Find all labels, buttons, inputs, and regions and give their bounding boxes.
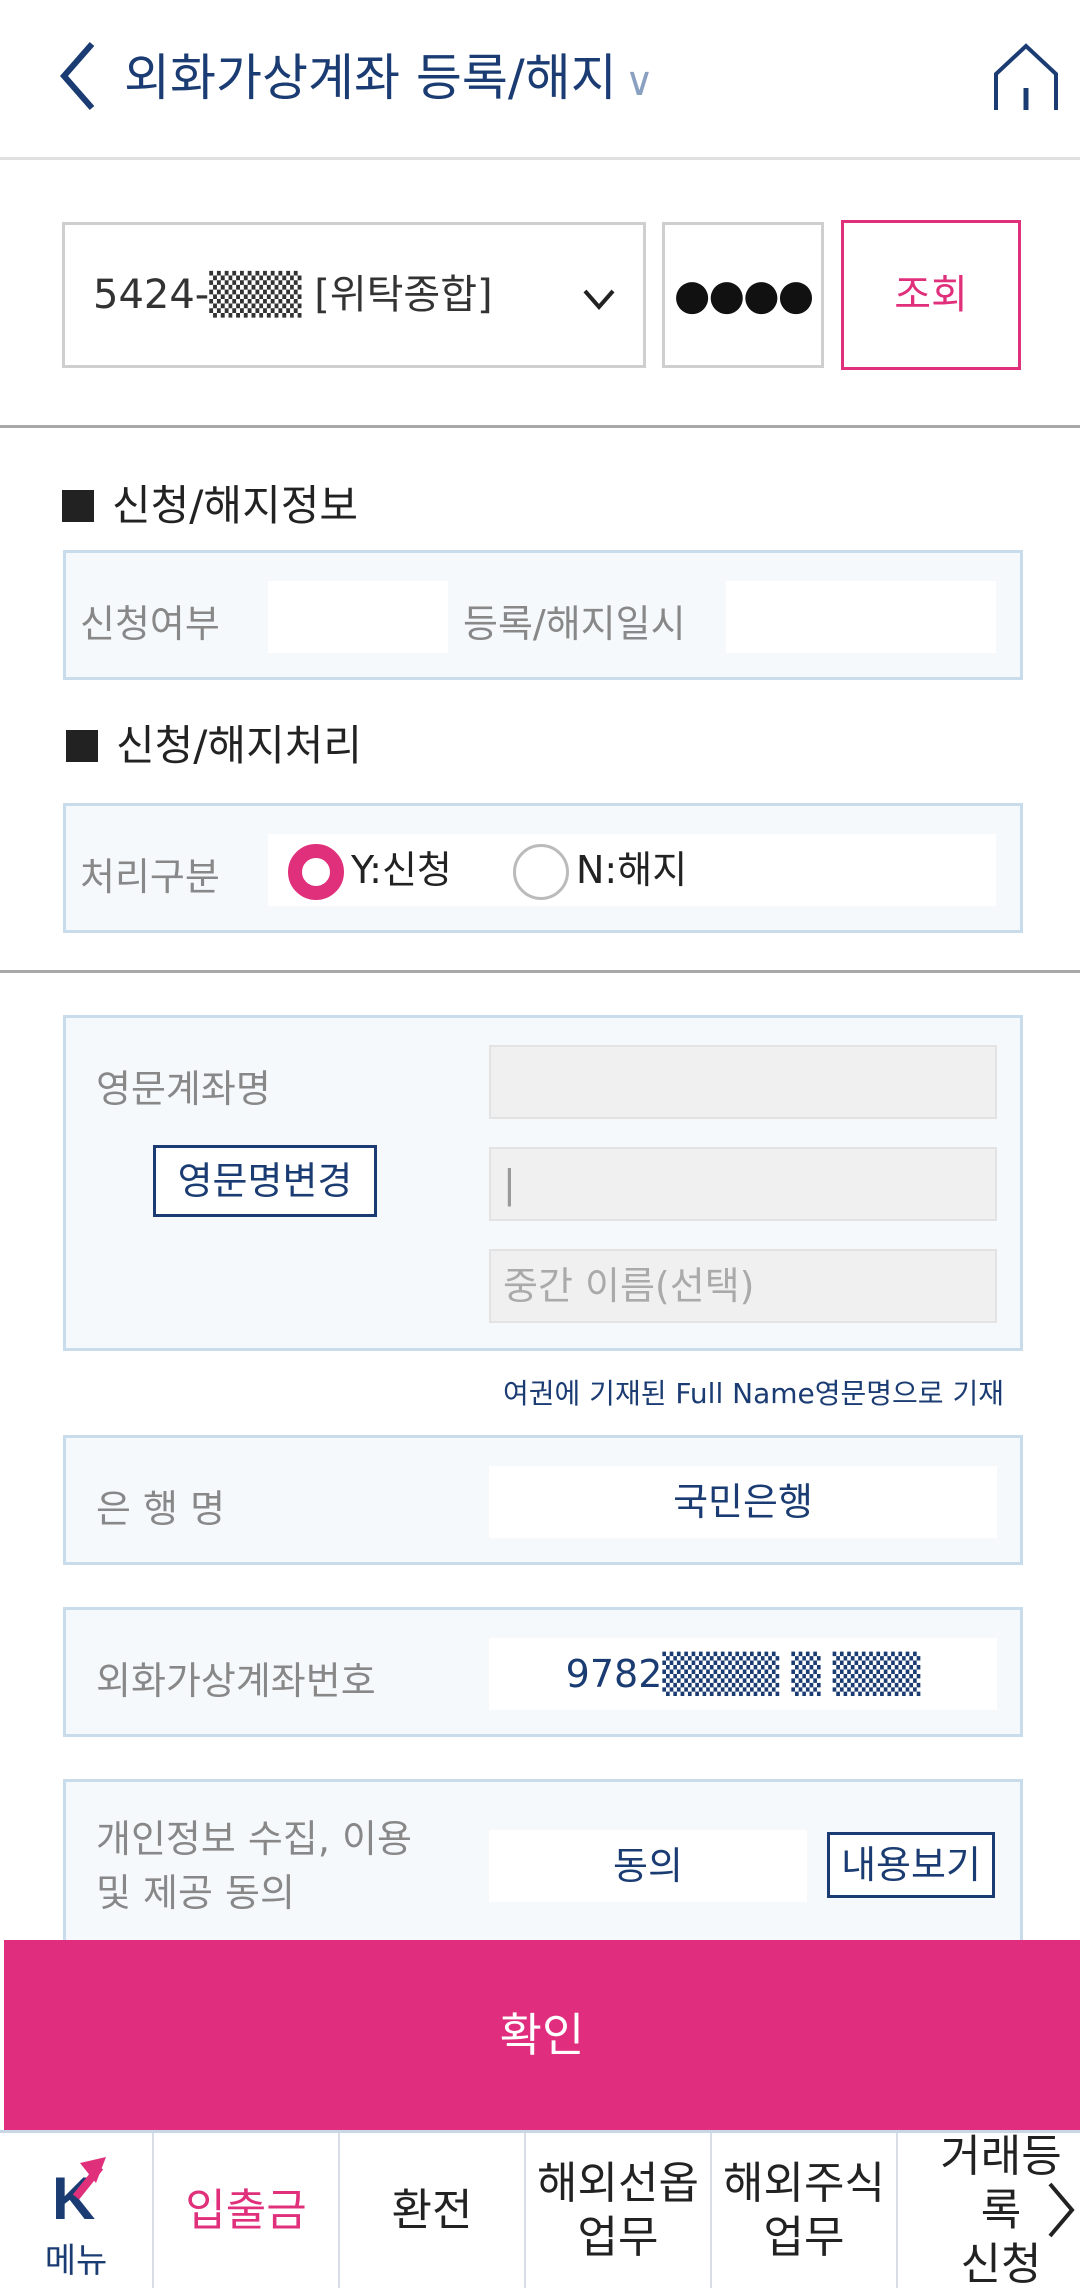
nav-item-line2: 업무 bbox=[763, 2211, 845, 2263]
radio-apply[interactable] bbox=[288, 844, 344, 900]
menu-label: 메뉴 bbox=[44, 2241, 108, 2281]
view-content-button[interactable]: 내용보기 bbox=[827, 1832, 995, 1898]
bank-name-label: 은 행 명 bbox=[96, 1487, 226, 1531]
nav-item-line1: 환전 bbox=[391, 2184, 473, 2236]
password-input[interactable]: ●●●● bbox=[662, 222, 824, 368]
apply-status-label: 신청여부 bbox=[80, 602, 220, 646]
bank-name-value: 국민은행 bbox=[489, 1466, 997, 1538]
page-title[interactable]: 외화가상계좌 등록/해지 ∨ bbox=[124, 38, 654, 122]
nav-item-line1: 입출금 bbox=[185, 2184, 307, 2236]
nav-overseas-stocks[interactable]: 해외주식 업무 bbox=[710, 2133, 896, 2288]
virtual-account-label: 외화가상계좌번호 bbox=[96, 1659, 376, 1703]
nav-item-line2: 업무 bbox=[577, 2211, 659, 2263]
english-name-change-button[interactable]: 영문명변경 bbox=[153, 1145, 377, 1217]
section-title-info: 신청/해지정보 bbox=[62, 476, 358, 536]
radio-apply-label[interactable]: Y:신청 bbox=[351, 840, 452, 900]
process-type-label: 처리구분 bbox=[80, 855, 220, 899]
process-box: 처리구분 Y:신청 N:해지 bbox=[63, 803, 1023, 933]
info-box: 신청여부 등록/해지일시 bbox=[63, 550, 1023, 680]
english-middle-name-input[interactable]: 중간 이름(선택) bbox=[489, 1249, 997, 1323]
account-select-value: 5424-▒▒▒ [위탁종합] bbox=[93, 272, 493, 318]
chevron-down-icon bbox=[583, 289, 615, 311]
home-icon[interactable] bbox=[990, 40, 1062, 112]
privacy-consent-value: 동의 bbox=[489, 1830, 807, 1902]
radio-cancel[interactable] bbox=[513, 844, 569, 900]
nav-overseas-futures[interactable]: 해외선옵 업무 bbox=[524, 2133, 710, 2288]
divider bbox=[0, 425, 1080, 428]
menu-button[interactable]: K 메뉴 bbox=[0, 2133, 152, 2288]
nav-item-line1: 해외주식 bbox=[723, 2157, 885, 2209]
section-title-process: 신청/해지처리 bbox=[66, 716, 362, 776]
english-account-name-label: 영문계좌명 bbox=[96, 1067, 271, 1111]
nav-deposit-withdraw[interactable]: 입출금 bbox=[152, 2133, 338, 2288]
virtual-account-value: 9782▒▒▒▒ ▒ ▒▒▒ bbox=[489, 1638, 997, 1710]
register-date-value bbox=[726, 581, 996, 653]
chevron-left-icon[interactable] bbox=[58, 40, 98, 112]
square-bullet-icon bbox=[66, 730, 98, 762]
privacy-box: 개인정보 수집, 이용 및 제공 동의 동의 내용보기 bbox=[63, 1779, 1023, 1949]
radio-cancel-label[interactable]: N:해지 bbox=[576, 840, 687, 900]
virtual-account-box: 외화가상계좌번호 9782▒▒▒▒ ▒ ▒▒▒ bbox=[63, 1607, 1023, 1737]
title-dropdown-icon[interactable]: ∨ bbox=[625, 59, 654, 105]
page-title-text: 외화가상계좌 등록/해지 bbox=[124, 49, 617, 107]
account-select[interactable]: 5424-▒▒▒ [위탁종합] bbox=[62, 222, 646, 368]
apply-status-value bbox=[268, 581, 448, 653]
svg-text:K: K bbox=[52, 2165, 95, 2227]
section-title-text: 신청/해지정보 bbox=[112, 481, 358, 530]
search-button[interactable]: 조회 bbox=[841, 220, 1021, 370]
english-last-name-input[interactable]: | bbox=[489, 1147, 997, 1221]
square-bullet-icon bbox=[62, 490, 94, 522]
privacy-label-line1: 개인정보 수집, 이용 bbox=[96, 1817, 412, 1861]
nav-item-line2: 신청 bbox=[960, 2238, 1042, 2290]
register-date-label: 등록/해지일시 bbox=[463, 602, 686, 646]
nav-item-line1: 해외선옵 bbox=[537, 2157, 699, 2209]
section-title-text: 신청/해지처리 bbox=[116, 721, 362, 770]
english-name-note: 여권에 기재된 Full Name영문명으로 기재 bbox=[503, 1377, 1004, 1410]
confirm-button[interactable]: 확인 bbox=[4, 1940, 1080, 2130]
divider bbox=[0, 970, 1080, 973]
nav-exchange[interactable]: 환전 bbox=[338, 2133, 524, 2288]
privacy-label-line2: 및 제공 동의 bbox=[96, 1871, 295, 1915]
bank-box: 은 행 명 국민은행 bbox=[63, 1435, 1023, 1565]
english-name-box: 영문계좌명 영문명변경 | 중간 이름(선택) bbox=[63, 1015, 1023, 1351]
chevron-right-icon[interactable] bbox=[1046, 2180, 1076, 2240]
english-first-name-input[interactable] bbox=[489, 1045, 997, 1119]
menu-logo-icon: K bbox=[52, 2157, 106, 2227]
